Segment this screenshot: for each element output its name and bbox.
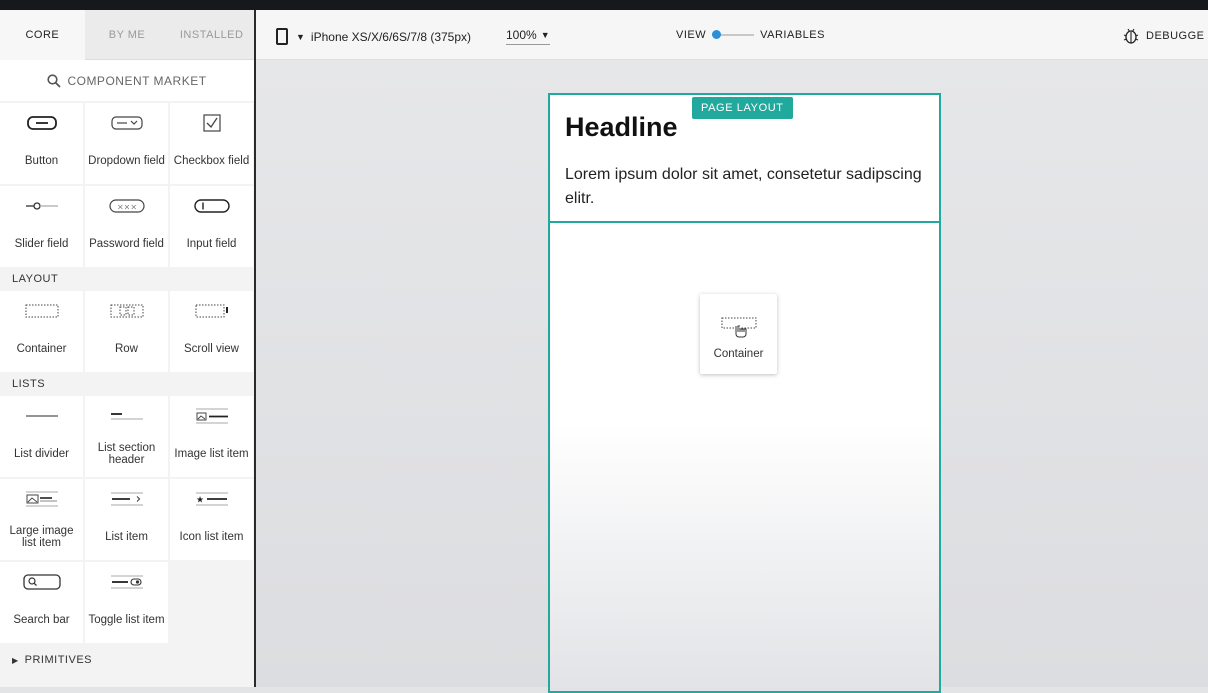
component-row[interactable]: Row (85, 291, 168, 372)
component-slider-field[interactable]: Slider field (0, 186, 83, 267)
list-item-icon (110, 492, 143, 506)
component-label: Image list item (174, 448, 249, 460)
window-top-bar (0, 0, 1208, 10)
core-components-grid: Button Dropdown field Checkbox field Sli… (0, 103, 254, 267)
primitives-label: PRIMITIVES (24, 654, 92, 666)
component-input-field[interactable]: Input field (170, 186, 253, 267)
editor-toolbar: ▼ iPhone XS/X/6/6S/7/8 (375px) 100% ▼ VI… (256, 10, 1208, 60)
tab-core[interactable]: CORE (0, 10, 85, 60)
icon-list-item-icon: ★ (195, 492, 228, 506)
component-scroll-view[interactable]: Scroll view (170, 291, 253, 372)
layout-components-grid: Container Row Scroll view (0, 291, 254, 372)
page-layout-badge[interactable]: PAGE LAYOUT (692, 97, 793, 119)
phone-icon (276, 28, 288, 45)
component-list-section-header[interactable]: List section header (85, 396, 168, 477)
body-text[interactable]: Lorem ipsum dolor sit amet, consetetur s… (565, 163, 925, 211)
component-password-field[interactable]: ××× Password field (85, 186, 168, 267)
zoom-selector[interactable]: 100% ▼ (506, 28, 550, 45)
component-toggle-list-item[interactable]: Toggle list item (85, 562, 168, 643)
row-icon (110, 304, 143, 318)
checkbox-icon (202, 114, 221, 132)
view-variables-toggle[interactable]: VIEW VARIABLES (676, 29, 825, 41)
primitives-section-toggle[interactable]: ▶ PRIMITIVES (0, 643, 254, 677)
dropdown-icon (110, 116, 143, 130)
search-icon (47, 73, 62, 88)
caret-right-icon: ▶ (12, 655, 19, 665)
component-image-list-item[interactable]: Image list item (170, 396, 253, 477)
tab-by-me[interactable]: BY ME (84, 10, 170, 60)
large-image-list-item-icon (25, 491, 58, 507)
component-label: List section header (97, 442, 156, 466)
component-label: Button (24, 155, 59, 167)
variables-label: VARIABLES (760, 29, 825, 41)
section-lists: LISTS (12, 378, 46, 390)
zoom-label: 100% (506, 28, 537, 42)
toggle-track[interactable] (712, 30, 755, 39)
component-label: Dropdown field (88, 155, 165, 167)
component-sidebar: CORE BY ME INSTALLED COMPONENT MARKET Bu… (0, 10, 256, 687)
list-section-header-icon (110, 413, 143, 420)
scroll-view-icon (195, 304, 228, 318)
svg-text:★: ★ (195, 496, 203, 506)
component-market-button[interactable]: COMPONENT MARKET (0, 60, 254, 101)
component-icon-list-item[interactable]: ★ Icon list item (170, 479, 253, 560)
component-list-divider[interactable]: List divider (0, 396, 83, 477)
component-label: Container (16, 343, 67, 355)
section-layout: LAYOUT (12, 273, 59, 285)
container-drag-icon (721, 317, 756, 338)
component-label: Slider field (14, 238, 69, 250)
input-icon (193, 199, 230, 213)
component-list-item[interactable]: List item (85, 479, 168, 560)
slider-icon (25, 202, 58, 210)
toggle-list-item-icon (110, 575, 143, 589)
bug-icon (1123, 28, 1139, 44)
dragged-container-component[interactable]: Container (700, 294, 777, 374)
device-selector[interactable]: ▼ iPhone XS/X/6/6S/7/8 (375px) (276, 28, 471, 45)
component-search-bar[interactable]: Search bar (0, 562, 83, 643)
caret-down-icon: ▼ (296, 31, 305, 42)
drop-zone-divider (550, 221, 939, 223)
component-large-image-list-item[interactable]: Large image list item (0, 479, 83, 560)
drag-label: Container (713, 348, 764, 360)
device-label: iPhone XS/X/6/6S/7/8 (375px) (310, 29, 472, 44)
container-icon (25, 304, 58, 318)
button-icon (26, 116, 57, 130)
component-market-label: COMPONENT MARKET (67, 73, 207, 88)
component-label: Row (114, 343, 138, 355)
component-button[interactable]: Button (0, 103, 83, 184)
component-label: Scroll view (184, 343, 239, 355)
component-checkbox-field[interactable]: Checkbox field (170, 103, 253, 184)
search-bar-icon (22, 574, 61, 590)
svg-text:×××: ××× (116, 203, 136, 212)
debugger-button[interactable]: DEBUGGE (1122, 28, 1205, 44)
sidebar-tabs: CORE BY ME INSTALLED (0, 10, 254, 60)
component-label: Icon list item (179, 531, 244, 543)
lists-components-grid: List divider List section header Image l… (0, 396, 254, 643)
list-divider-icon (25, 415, 58, 417)
component-label: Password field (89, 238, 164, 250)
toggle-knob[interactable] (712, 30, 722, 39)
component-container[interactable]: Container (0, 291, 83, 372)
component-label: List divider (14, 448, 69, 460)
tab-installed[interactable]: INSTALLED (169, 10, 254, 60)
headline-text[interactable]: Headline (565, 112, 678, 143)
component-label: Toggle list item (88, 614, 165, 626)
component-dropdown-field[interactable]: Dropdown field (85, 103, 168, 184)
component-label: Search bar (13, 614, 70, 626)
component-label: Input field (186, 238, 237, 250)
component-label: List item (105, 531, 148, 543)
view-label: VIEW (676, 29, 707, 41)
debugger-label: DEBUGGE (1146, 30, 1205, 42)
component-label: Checkbox field (173, 155, 250, 167)
image-list-item-icon (195, 408, 228, 424)
password-icon: ××× (108, 199, 145, 213)
caret-down-icon: ▼ (540, 30, 550, 40)
component-label: Large image list item (9, 525, 74, 549)
